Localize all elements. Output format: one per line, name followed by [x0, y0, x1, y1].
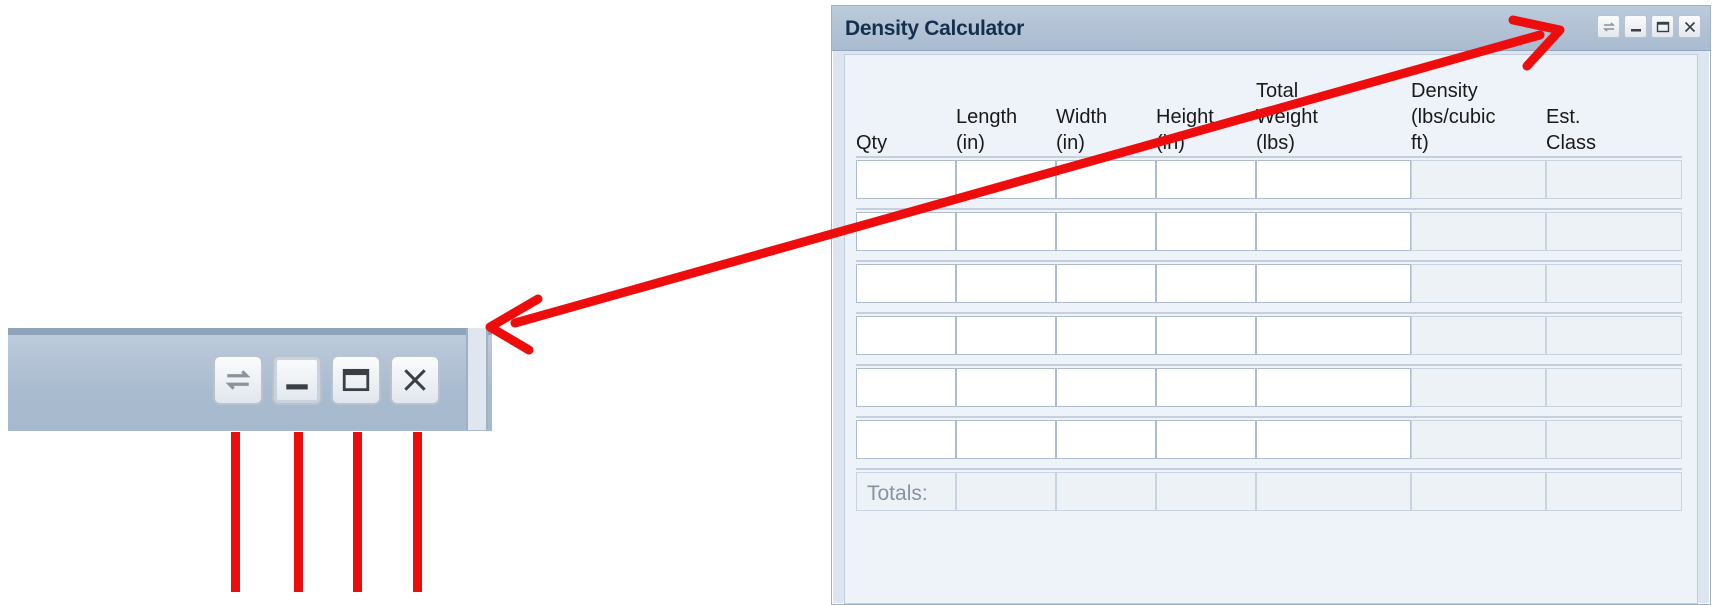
close-icon[interactable]: [390, 355, 440, 405]
annotation-line: [231, 432, 240, 592]
window-title: Density Calculator: [845, 17, 1024, 40]
density-value: [1411, 368, 1546, 407]
table-row: [856, 260, 1682, 305]
column-header-density: Density (lbs/cubic ft): [1411, 80, 1496, 154]
minimize-icon[interactable]: [1624, 15, 1647, 38]
annotation-line: [353, 432, 362, 592]
length-input[interactable]: [956, 212, 1056, 251]
density-value: [1411, 316, 1546, 355]
total-width-cell: [1056, 472, 1156, 511]
width-input[interactable]: [1056, 368, 1156, 407]
width-input[interactable]: [1056, 264, 1156, 303]
height-input[interactable]: [1156, 420, 1256, 459]
est-class-value: [1546, 316, 1682, 355]
refresh-icon[interactable]: [213, 355, 263, 405]
total-length-cell: [956, 472, 1056, 511]
total-weight-input[interactable]: [1256, 160, 1411, 199]
density-value: [1411, 420, 1546, 459]
table-row: [856, 208, 1682, 253]
height-input[interactable]: [1156, 264, 1256, 303]
totals-label: Totals:: [867, 482, 928, 505]
width-input[interactable]: [1056, 160, 1156, 199]
qty-input[interactable]: [856, 316, 956, 355]
maximize-icon[interactable]: [1651, 15, 1674, 38]
window-tools: [1597, 15, 1701, 38]
total-weight-input[interactable]: [1256, 264, 1411, 303]
zoomed-window-edge: [466, 328, 488, 430]
maximize-icon[interactable]: [331, 355, 381, 405]
column-header-height: Height (in): [1156, 106, 1214, 154]
length-input[interactable]: [956, 264, 1056, 303]
minimize-icon[interactable]: [272, 355, 322, 405]
width-input[interactable]: [1056, 420, 1156, 459]
length-input[interactable]: [956, 160, 1056, 199]
qty-input[interactable]: [856, 420, 956, 459]
total-weight-cell: [1256, 472, 1411, 511]
width-input[interactable]: [1056, 212, 1156, 251]
totals-label-cell: Totals:: [856, 472, 956, 511]
est-class-value: [1546, 368, 1682, 407]
qty-input[interactable]: [856, 368, 956, 407]
height-input[interactable]: [1156, 160, 1256, 199]
width-input[interactable]: [1056, 316, 1156, 355]
refresh-icon[interactable]: [1597, 15, 1620, 38]
length-input[interactable]: [956, 420, 1056, 459]
totals-row: Totals:: [856, 468, 1682, 513]
table-row: [856, 312, 1682, 357]
total-weight-input[interactable]: [1256, 316, 1411, 355]
total-weight-input[interactable]: [1256, 420, 1411, 459]
est-class-value: [1546, 420, 1682, 459]
est-class-value: [1546, 212, 1682, 251]
est-class-value: [1546, 160, 1682, 199]
qty-input[interactable]: [856, 160, 956, 199]
density-calculator-window: Density Calculator Qty Length (in) Width…: [831, 5, 1711, 605]
column-header-qty: Qty: [856, 132, 888, 154]
total-weight-input[interactable]: [1256, 368, 1411, 407]
window-titlebar[interactable]: Density Calculator: [832, 6, 1710, 51]
annotation-line: [413, 432, 422, 592]
qty-input[interactable]: [856, 212, 956, 251]
density-value: [1411, 212, 1546, 251]
est-class-value: [1546, 264, 1682, 303]
density-value: [1411, 160, 1546, 199]
close-icon[interactable]: [1678, 15, 1701, 38]
annotation-line: [294, 432, 303, 592]
height-input[interactable]: [1156, 316, 1256, 355]
total-height-cell: [1156, 472, 1256, 511]
zoomed-tools: [213, 355, 440, 405]
table-row: [856, 156, 1682, 201]
column-header-width: Width (in): [1056, 106, 1108, 154]
total-weight-input[interactable]: [1256, 212, 1411, 251]
table-row: [856, 364, 1682, 409]
column-header-est-class: Est. Class: [1546, 106, 1597, 154]
column-header-total-weight: Total Weight (lbs): [1256, 80, 1318, 154]
total-density-cell: [1411, 472, 1546, 511]
height-input[interactable]: [1156, 368, 1256, 407]
qty-input[interactable]: [856, 264, 956, 303]
density-value: [1411, 264, 1546, 303]
length-input[interactable]: [956, 368, 1056, 407]
table-row: [856, 416, 1682, 461]
column-header-length: Length (in): [956, 106, 1018, 154]
length-input[interactable]: [956, 316, 1056, 355]
height-input[interactable]: [1156, 212, 1256, 251]
total-class-cell: [1546, 472, 1682, 511]
